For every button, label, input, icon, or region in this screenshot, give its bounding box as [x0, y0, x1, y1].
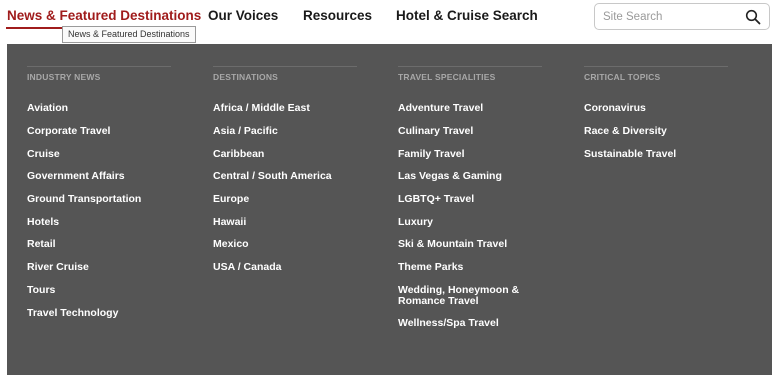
link-central-south-america[interactable]: Central / South America	[213, 171, 332, 182]
site-search-box	[594, 3, 770, 30]
search-icon[interactable]	[745, 9, 761, 25]
link-government-affairs[interactable]: Government Affairs	[27, 171, 125, 182]
nav-news-featured-destinations[interactable]: News & Featured Destinations	[7, 8, 201, 24]
link-hawaii[interactable]: Hawaii	[213, 217, 246, 228]
link-las-vegas-gaming[interactable]: Las Vegas & Gaming	[398, 171, 502, 182]
nav-resources[interactable]: Resources	[303, 8, 372, 24]
column-heading: INDUSTRY NEWS	[27, 72, 101, 82]
search-input[interactable]	[603, 8, 741, 25]
column-divider	[398, 66, 542, 67]
link-asia-pacific[interactable]: Asia / Pacific	[213, 126, 278, 137]
column-heading: TRAVEL SPECIALITIES	[398, 72, 496, 82]
link-mexico[interactable]: Mexico	[213, 239, 249, 250]
link-ski-mountain-travel[interactable]: Ski & Mountain Travel	[398, 239, 507, 250]
nav-our-voices[interactable]: Our Voices	[208, 8, 278, 24]
link-wellness-spa-travel[interactable]: Wellness/Spa Travel	[398, 318, 499, 329]
mega-menu-panel: INDUSTRY NEWS Aviation Corporate Travel …	[7, 44, 772, 375]
column-divider	[213, 66, 357, 67]
link-sustainable-travel[interactable]: Sustainable Travel	[584, 149, 676, 160]
column-divider	[27, 66, 171, 67]
nav-hotel-cruise-search[interactable]: Hotel & Cruise Search	[396, 8, 538, 24]
link-river-cruise[interactable]: River Cruise	[27, 262, 89, 273]
link-culinary-travel[interactable]: Culinary Travel	[398, 126, 473, 137]
column-divider	[584, 66, 728, 67]
link-coronavirus[interactable]: Coronavirus	[584, 103, 646, 114]
link-ground-transportation[interactable]: Ground Transportation	[27, 194, 141, 205]
link-retail[interactable]: Retail	[27, 239, 56, 250]
link-tours[interactable]: Tours	[27, 285, 55, 296]
link-europe[interactable]: Europe	[213, 194, 249, 205]
link-theme-parks[interactable]: Theme Parks	[398, 262, 463, 273]
link-usa-canada[interactable]: USA / Canada	[213, 262, 281, 273]
link-adventure-travel[interactable]: Adventure Travel	[398, 103, 483, 114]
link-race-diversity[interactable]: Race & Diversity	[584, 126, 667, 137]
link-corporate-travel[interactable]: Corporate Travel	[27, 126, 110, 137]
link-hotels[interactable]: Hotels	[27, 217, 59, 228]
link-wedding-honeymoon-romance-travel[interactable]: Wedding, Honeymoon & Romance Travel	[398, 285, 563, 307]
nav-tooltip: News & Featured Destinations	[62, 26, 196, 43]
column-heading: DESTINATIONS	[213, 72, 279, 82]
link-lgbtq-travel[interactable]: LGBTQ+ Travel	[398, 194, 474, 205]
link-cruise[interactable]: Cruise	[27, 149, 60, 160]
link-family-travel[interactable]: Family Travel	[398, 149, 465, 160]
column-heading: CRITICAL TOPICS	[584, 72, 661, 82]
link-luxury[interactable]: Luxury	[398, 217, 433, 228]
link-africa-middle-east[interactable]: Africa / Middle East	[213, 103, 310, 114]
link-aviation[interactable]: Aviation	[27, 103, 68, 114]
link-travel-technology[interactable]: Travel Technology	[27, 308, 118, 319]
link-caribbean[interactable]: Caribbean	[213, 149, 264, 160]
